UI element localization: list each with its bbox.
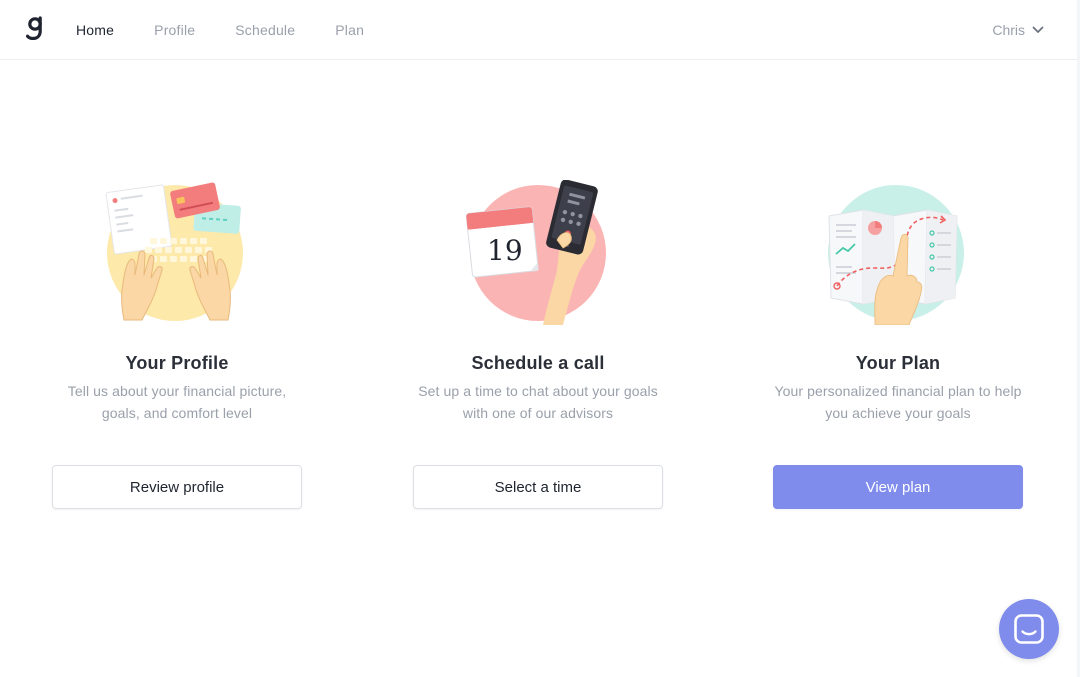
card-title: Your Plan bbox=[855, 353, 941, 373]
card-description: Tell us about your financial picture, go… bbox=[67, 383, 287, 421]
card-title: Schedule a call bbox=[471, 353, 605, 373]
nav-links: Home Profile Schedule Plan bbox=[76, 0, 404, 60]
chevron-down-icon bbox=[1032, 26, 1044, 33]
card-description: Set up a time to chat about your goals w… bbox=[418, 383, 658, 421]
card-title: Your Profile bbox=[125, 353, 229, 373]
card-description: Your personalized financial plan to help… bbox=[774, 383, 1022, 421]
hands-typing-cards-illustration bbox=[105, 182, 243, 321]
nav-link-home[interactable]: Home bbox=[76, 22, 114, 38]
nav-link-schedule[interactable]: Schedule bbox=[235, 22, 295, 38]
view-plan-button[interactable]: View plan bbox=[773, 465, 1023, 509]
plan-card: Your Plan Your personalized financial pl… bbox=[773, 180, 1023, 509]
top-navigation: Home Profile Schedule Plan Chris bbox=[0, 0, 1077, 60]
review-profile-button[interactable]: Review profile bbox=[52, 465, 302, 509]
select-a-time-button[interactable]: Select a time bbox=[413, 465, 663, 509]
profile-card: Your Profile Tell us about your financia… bbox=[52, 180, 302, 509]
page: Home Profile Schedule Plan Chris Your Pr… bbox=[0, 0, 1080, 677]
calendar-phone-illustration: 19 bbox=[465, 180, 606, 325]
schedule-card: 19 Schedule a call Set up a time to chat… bbox=[413, 180, 663, 509]
user-menu[interactable]: Chris bbox=[992, 0, 1044, 60]
chat-icon bbox=[1014, 614, 1044, 644]
g-logo-icon[interactable] bbox=[26, 16, 44, 40]
nav-link-profile[interactable]: Profile bbox=[154, 22, 195, 38]
nav-link-plan[interactable]: Plan bbox=[335, 22, 364, 38]
user-name: Chris bbox=[992, 22, 1025, 38]
plan-map-illustration bbox=[828, 185, 964, 325]
chat-launcher-button[interactable] bbox=[999, 599, 1059, 659]
calendar-day: 19 bbox=[487, 234, 523, 267]
